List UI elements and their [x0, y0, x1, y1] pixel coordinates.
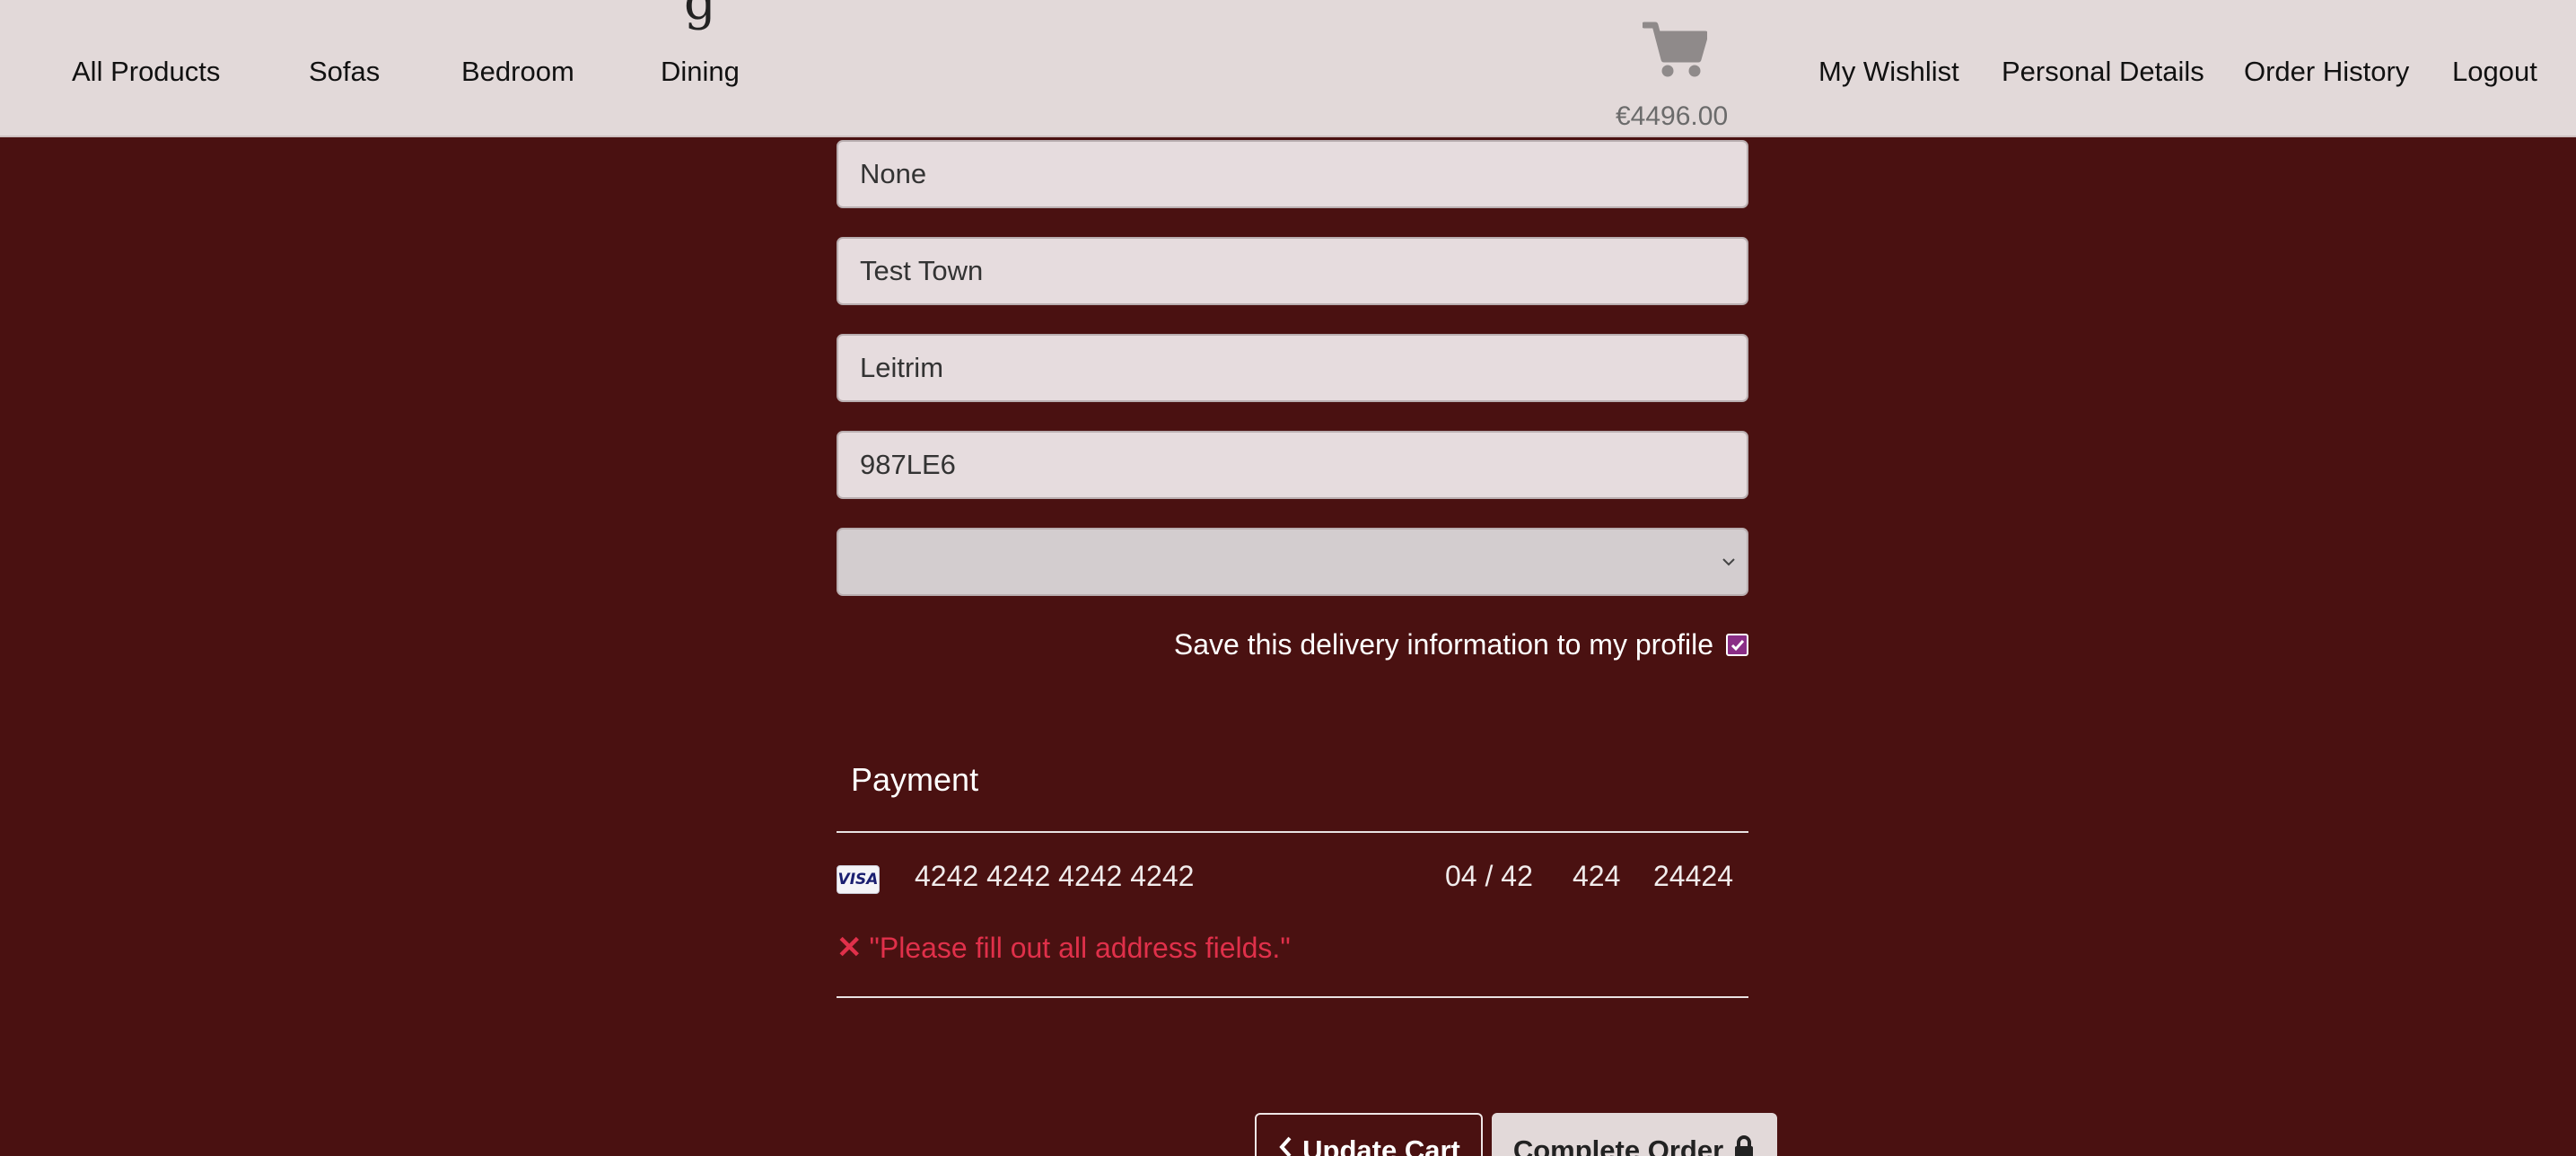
lock-icon	[1735, 1135, 1754, 1156]
card-error: ✕ "Please fill out all address fields."	[837, 930, 1291, 966]
payment-heading: Payment	[851, 761, 979, 798]
chevron-left-icon	[1279, 1136, 1292, 1156]
card-cvc-input[interactable]: 424	[1573, 860, 1620, 893]
update-cart-label: Update Cart	[1302, 1134, 1460, 1156]
town-field[interactable]: Test Town	[837, 237, 1748, 305]
save-info-row: Save this delivery information to my pro…	[1174, 628, 1748, 661]
error-x-icon: ✕	[837, 931, 863, 965]
cart-total[interactable]: €4496.00	[1616, 101, 1728, 132]
checkmark-icon	[1730, 639, 1744, 651]
complete-order-label: Complete Order	[1512, 1134, 1724, 1156]
nav-dining[interactable]: Dining	[661, 56, 740, 88]
complete-order-button[interactable]: Complete Order	[1492, 1113, 1777, 1156]
visa-card-icon: VISA	[837, 865, 880, 894]
nav-personal-details[interactable]: Personal Details	[2002, 56, 2204, 88]
card-postal-input[interactable]: 24424	[1653, 860, 1733, 893]
site-header: g All Products Sofas Bedroom Dining €449…	[0, 0, 2576, 137]
nav-sofas[interactable]: Sofas	[309, 56, 380, 88]
update-cart-button[interactable]: Update Cart	[1255, 1113, 1483, 1156]
card-element[interactable]: VISA 4242 4242 4242 4242 04 / 42 424 244…	[837, 860, 1748, 899]
street-address-2-field[interactable]: None	[837, 140, 1748, 208]
country-select[interactable]	[837, 528, 1748, 596]
nav-order-history[interactable]: Order History	[2244, 56, 2409, 88]
logo[interactable]: g	[684, 0, 716, 31]
county-field[interactable]: Leitrim	[837, 334, 1748, 402]
payment-divider-top	[837, 831, 1748, 833]
payment-divider-bottom	[837, 996, 1748, 998]
card-expiry-input[interactable]: 04 / 42	[1445, 860, 1533, 893]
shopping-cart-icon[interactable]	[1643, 20, 1707, 79]
nav-logout[interactable]: Logout	[2452, 56, 2537, 88]
save-info-checkbox[interactable]	[1726, 634, 1748, 656]
card-error-message: "Please fill out all address fields."	[869, 931, 1291, 964]
nav-bedroom[interactable]: Bedroom	[461, 56, 574, 88]
chevron-down-icon	[1722, 558, 1735, 566]
nav-my-wishlist[interactable]: My Wishlist	[1818, 56, 1959, 88]
card-number-input[interactable]: 4242 4242 4242 4242	[915, 860, 1194, 893]
postcode-field[interactable]: 987LE6	[837, 431, 1748, 499]
nav-all-products[interactable]: All Products	[72, 56, 220, 88]
save-info-label: Save this delivery information to my pro…	[1173, 628, 1713, 661]
